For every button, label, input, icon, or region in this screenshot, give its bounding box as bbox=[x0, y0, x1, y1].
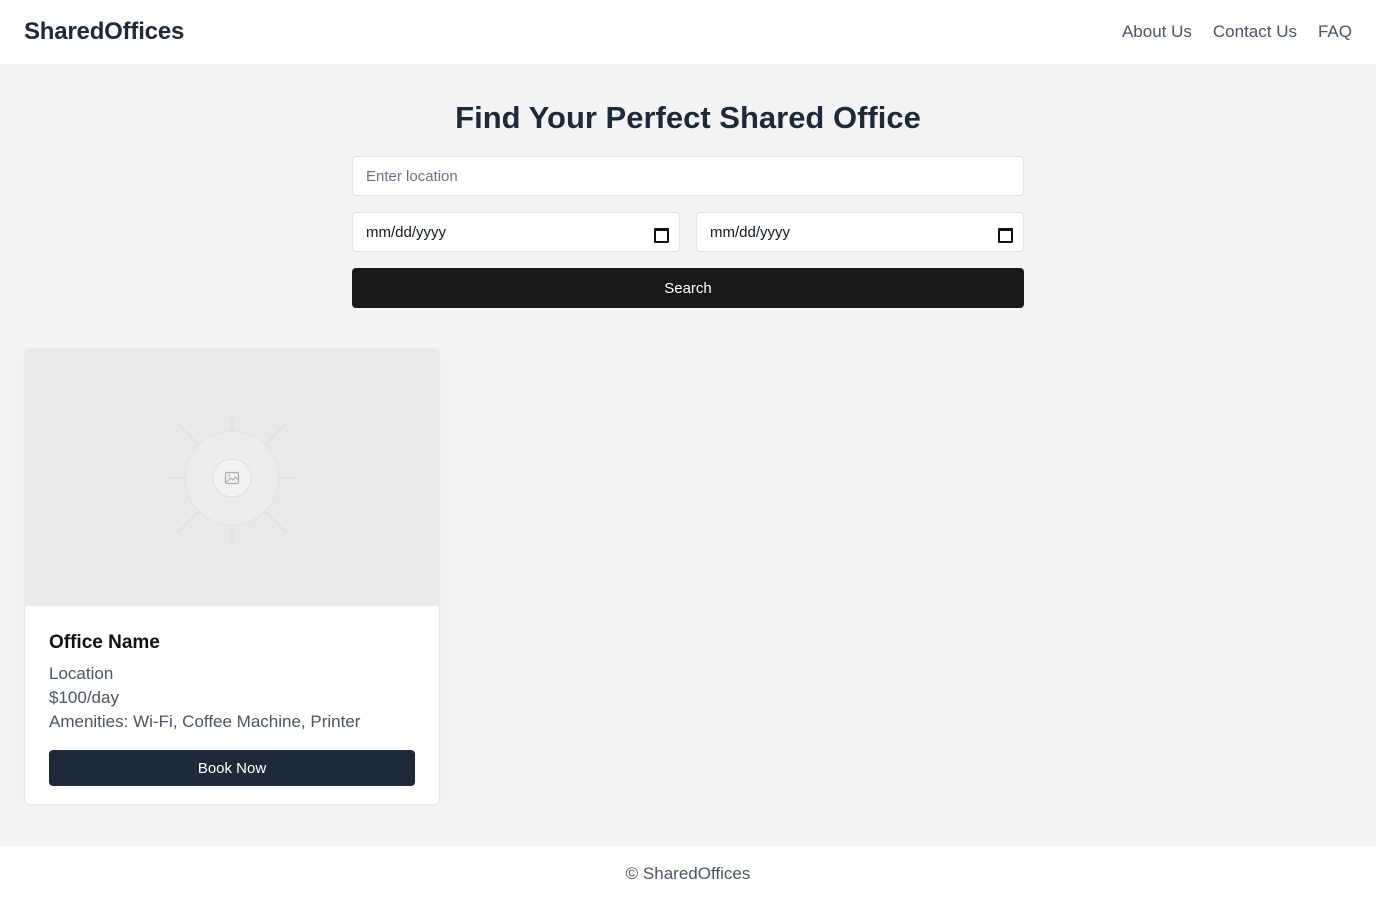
book-now-button[interactable]: Book Now bbox=[49, 750, 415, 786]
office-name: Office Name bbox=[49, 632, 160, 653]
office-image bbox=[25, 349, 439, 606]
office-card: Office Name Location $100/day Amenities:… bbox=[24, 348, 440, 805]
page-title: Find Your Perfect Shared Office bbox=[455, 100, 921, 135]
end-date-placeholder: mm/dd/yyyy bbox=[710, 223, 791, 241]
search-button[interactable]: Search bbox=[352, 268, 1024, 308]
site-footer: © SharedOffices bbox=[0, 846, 1376, 902]
calendar-icon[interactable] bbox=[997, 226, 1013, 243]
calendar-icon[interactable] bbox=[653, 226, 669, 243]
end-date-input[interactable]: mm/dd/yyyy bbox=[696, 212, 1024, 252]
main-nav: About Us Contact Us FAQ bbox=[1122, 22, 1352, 42]
image-placeholder-icon bbox=[167, 412, 297, 543]
start-date-placeholder: mm/dd/yyyy bbox=[366, 223, 447, 241]
office-price: $100/day bbox=[49, 688, 119, 707]
nav-about-us[interactable]: About Us bbox=[1122, 22, 1192, 42]
office-location: Location bbox=[49, 664, 114, 683]
start-date-input[interactable]: mm/dd/yyyy bbox=[352, 212, 680, 252]
site-header: SharedOffices About Us Contact Us FAQ bbox=[0, 0, 1376, 64]
brand-logo[interactable]: SharedOffices bbox=[24, 18, 184, 46]
office-amenities: Amenities: Wi-Fi, Coffee Machine, Printe… bbox=[49, 712, 361, 731]
footer-copyright: © SharedOffices bbox=[625, 864, 751, 883]
card-body: Office Name Location $100/day Amenities:… bbox=[25, 606, 439, 786]
nav-faq[interactable]: FAQ bbox=[1318, 22, 1352, 42]
nav-contact-us[interactable]: Contact Us bbox=[1213, 22, 1297, 42]
location-input[interactable]: Enter location bbox=[352, 156, 1024, 196]
location-placeholder: Enter location bbox=[366, 167, 458, 185]
